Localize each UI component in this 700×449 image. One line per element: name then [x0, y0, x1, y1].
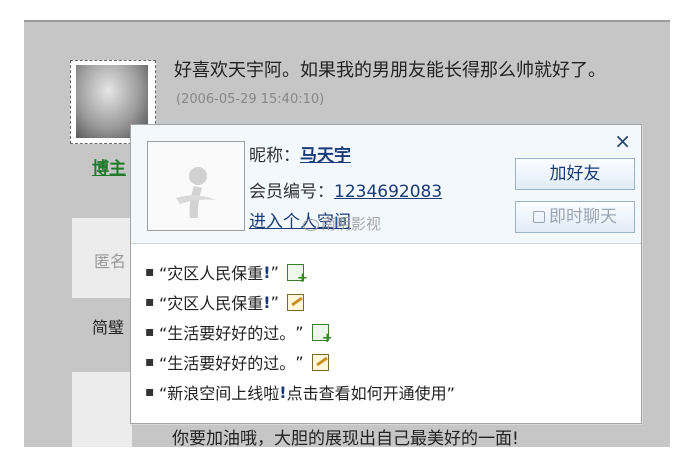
host-label[interactable]: 博主 — [92, 154, 126, 179]
commenter-name[interactable]: 简璧 — [92, 314, 124, 338]
comment-timestamp: (2006-05-29 15:40:10) — [176, 92, 325, 107]
edit-icon[interactable] — [311, 353, 329, 371]
feed-item-close: ” — [270, 262, 279, 282]
feed-item-close: ” — [270, 292, 279, 312]
nickname-label: 昵称： — [249, 146, 300, 166]
feed-item[interactable]: ▪ “新浪空间上线啦! 点击查看如何开通使用” — [145, 377, 455, 407]
bullet-icon: ▪ — [145, 354, 155, 370]
status-feed: ▪ “灾区人民保重!” ▪ “灾区人民保重!” ▪ “生活要好好的过。” ▪ “… — [145, 257, 455, 407]
feed-item[interactable]: ▪ “生活要好好的过。” — [145, 317, 455, 347]
feed-item-close: ” — [295, 352, 304, 372]
member-id-label: 会员编号： — [249, 182, 334, 202]
anonymous-label: 匿名 — [94, 252, 127, 271]
watermark: 南明影视 — [303, 213, 381, 234]
next-commenter-avatar — [72, 372, 132, 447]
member-id-link[interactable]: 1234692083 — [334, 182, 442, 202]
feed-item-text: “灾区人民保重 — [159, 294, 264, 313]
popup-header: × 昵称：马天宇 会员编号：1234692083 进入个人空间 加好友 即时聊天… — [131, 125, 641, 244]
watermark-logo-icon — [303, 218, 319, 231]
feed-item[interactable]: ▪ “灾区人民保重!” — [145, 287, 455, 317]
feed-item-text: “生活要好好的过。 — [159, 324, 296, 343]
add-icon[interactable] — [286, 263, 308, 286]
instant-chat-button[interactable]: 即时聊天 — [515, 201, 635, 233]
instant-chat-label: 即时聊天 — [549, 207, 617, 227]
comment-text: 好喜欢天宇阿。如果我的男朋友能长得那么帅就好了。 — [174, 60, 606, 81]
feed-item[interactable]: ▪ “灾区人民保重!” — [145, 257, 455, 287]
nickname-link[interactable]: 马天宇 — [300, 146, 351, 166]
bullet-icon: ▪ — [145, 294, 155, 310]
feed-item-exclaim: ! — [263, 292, 271, 312]
chat-icon — [533, 211, 545, 223]
feed-item-text: “新浪空间上线啦 — [159, 384, 280, 403]
feed-item-close: 点击查看如何开通使用” — [286, 384, 455, 403]
feed-item-exclaim: ! — [263, 262, 271, 282]
close-icon[interactable]: × — [614, 131, 631, 151]
bullet-icon: ▪ — [145, 264, 155, 280]
bullet-icon: ▪ — [145, 324, 155, 340]
bullet-icon: ▪ — [145, 384, 155, 400]
member-id-row: 会员编号：1234692083 — [249, 177, 442, 202]
feed-item-close: ” — [295, 322, 304, 342]
add-icon[interactable] — [311, 323, 333, 346]
nickname-row: 昵称：马天宇 — [249, 141, 351, 166]
next-comment-text: 你要加油哦，大胆的展现出自己最美好的一面! — [172, 429, 519, 449]
edit-icon[interactable] — [286, 293, 304, 311]
user-info-popup: × 昵称：马天宇 会员编号：1234692083 进入个人空间 加好友 即时聊天… — [130, 124, 642, 424]
default-avatar-icon — [147, 141, 245, 231]
feed-item[interactable]: ▪ “生活要好好的过。” — [145, 347, 455, 377]
feed-item-text: “生活要好好的过。 — [159, 354, 296, 373]
add-friend-button[interactable]: 加好友 — [515, 158, 635, 190]
watermark-text: 南明影视 — [321, 215, 382, 233]
feed-item-text: “灾区人民保重 — [159, 264, 264, 283]
feed-item-exclaim: ! — [279, 382, 287, 402]
